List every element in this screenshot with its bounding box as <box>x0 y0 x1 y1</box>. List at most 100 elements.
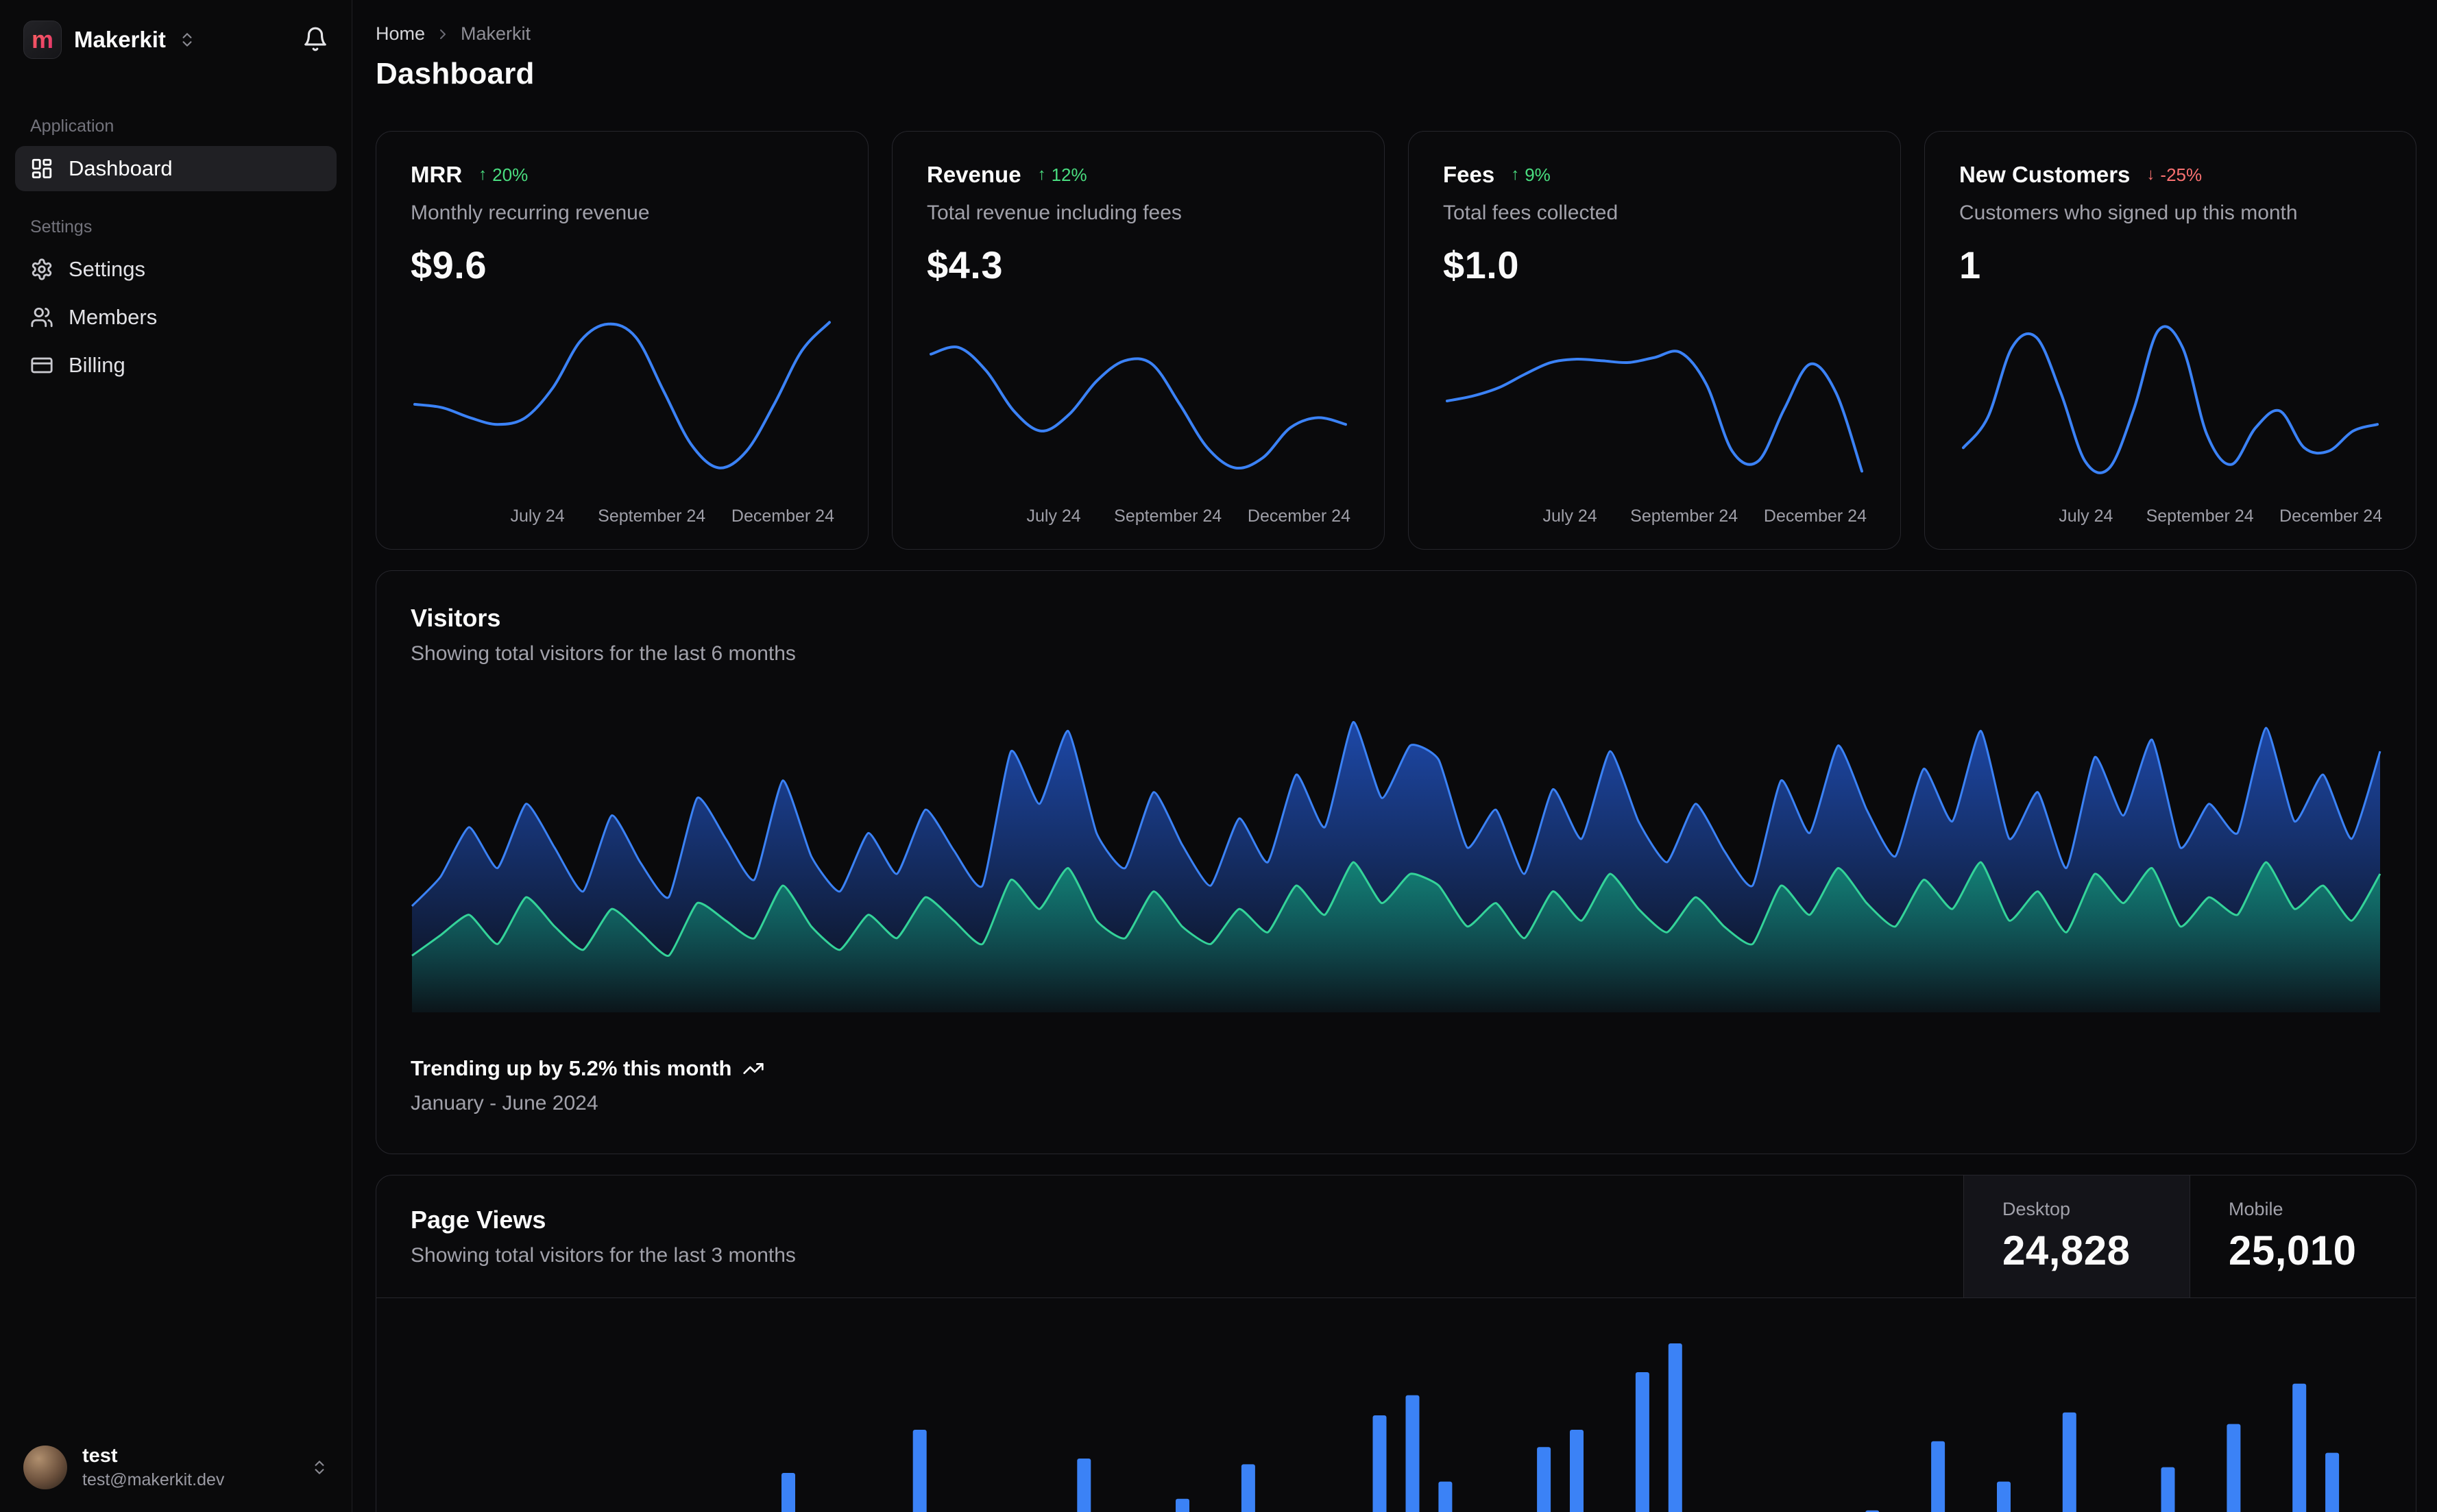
x-tick: July 24 <box>510 507 565 526</box>
x-axis-labels: July 24 September 24 December 24 <box>1959 501 2383 531</box>
toggle-value: 24,828 <box>2002 1228 2131 1273</box>
dashboard-icon <box>32 158 52 179</box>
x-tick: July 24 <box>1026 507 1081 526</box>
stat-subtitle: Customers who signed up this month <box>1959 202 2298 224</box>
stat-subtitle: Total revenue including fees <box>927 202 1182 224</box>
user-name: test <box>82 1445 118 1467</box>
fees-sparkline-chart <box>1443 310 1866 494</box>
toggle-label: Desktop <box>2002 1199 2071 1219</box>
trend-value: 9% <box>1525 164 1551 185</box>
visitors-footer: Trending up by 5.2% this month January -… <box>411 1056 2381 1115</box>
main-content: Home Makerkit Dashboard MRR ↑ 20% Monthl… <box>352 0 2437 1512</box>
stat-value: $4.3 <box>927 243 1003 286</box>
toggle-label: Mobile <box>2229 1199 2283 1219</box>
x-tick: September 24 <box>1114 507 1222 526</box>
x-tick: July 24 <box>1542 507 1597 526</box>
x-tick: September 24 <box>598 507 706 526</box>
trend-badge: ↑ 12% <box>1038 164 1087 186</box>
stat-title: Revenue <box>927 162 1021 187</box>
page-title: Dashboard <box>376 57 535 90</box>
trending-up-icon <box>743 1063 764 1074</box>
avatar <box>23 1446 67 1489</box>
trend-badge: ↑ 20% <box>478 164 528 186</box>
new-customers-sparkline-chart <box>1959 310 2381 494</box>
trend-value: 12% <box>1051 164 1087 185</box>
x-tick: December 24 <box>731 507 834 526</box>
sidebar-item-label: Settings <box>69 257 146 281</box>
page-views-card: Page Views Showing total visitors for th… <box>376 1175 2416 1512</box>
stat-value: $9.6 <box>411 243 487 286</box>
visitors-subtitle: Showing total visitors for the last 6 mo… <box>411 642 796 665</box>
stat-value: $1.0 <box>1443 243 1519 286</box>
sidebar-item-label: Members <box>69 305 158 329</box>
trend-badge: ↑ 9% <box>1511 164 1551 186</box>
trend-up-icon: ↑ <box>1037 165 1046 184</box>
trend-up-icon: ↑ <box>1511 165 1520 184</box>
page-views-subtitle: Showing total visitors for the last 3 mo… <box>411 1244 796 1267</box>
stat-card-revenue: Revenue ↑ 12% Total revenue including fe… <box>892 131 1385 550</box>
sidebar-item-billing[interactable]: Billing <box>15 343 337 388</box>
makerkit-logo: m <box>23 21 62 59</box>
revenue-sparkline-chart <box>927 310 1350 494</box>
breadcrumb: Home Makerkit <box>376 23 2416 45</box>
x-tick: September 24 <box>1630 507 1738 526</box>
chevrons-up-down-icon <box>315 1461 324 1474</box>
trend-up-icon: ↑ <box>478 165 487 184</box>
trend-value: -25% <box>2160 164 2203 185</box>
sidebar: m Makerkit Application Dashboard Setting… <box>0 0 352 1512</box>
billing-icon <box>31 357 53 374</box>
section-label-settings: Settings <box>30 217 93 236</box>
user-email: test@makerkit.dev <box>82 1470 225 1489</box>
stat-title: New Customers <box>1959 162 2131 187</box>
page-views-bar-chart <box>411 1302 2381 1512</box>
stat-title: Fees <box>1443 162 1495 187</box>
chevrons-up-down-icon <box>182 33 192 47</box>
stat-subtitle: Monthly recurring revenue <box>411 202 650 224</box>
toggle-mobile[interactable]: Mobile 25,010 <box>2190 1175 2416 1297</box>
sidebar-nav: Application Dashboard Settings Settings … <box>0 77 352 391</box>
trend-value: 20% <box>492 164 529 185</box>
members-icon <box>31 307 53 328</box>
sidebar-item-label: Billing <box>69 353 125 377</box>
page-views-title: Page Views <box>411 1206 546 1234</box>
stat-card-new-customers: New Customers ↓ -25% Customers who signe… <box>1924 131 2416 550</box>
trend-badge: ↓ -25% <box>2146 164 2202 186</box>
visitors-title: Visitors <box>411 604 501 632</box>
sidebar-item-label: Dashboard <box>69 156 173 180</box>
x-axis-labels: July 24 September 24 December 24 <box>1443 501 1867 531</box>
visitors-area-chart <box>411 711 2381 1012</box>
user-menu[interactable]: test test@makerkit.dev <box>0 1426 352 1512</box>
visitors-trend-text: Trending up by 5.2% this month <box>411 1056 732 1080</box>
sidebar-item-settings[interactable]: Settings <box>15 247 337 292</box>
workspace-switcher[interactable]: m Makerkit <box>0 0 352 77</box>
mrr-sparkline-chart <box>411 310 834 494</box>
gear-icon <box>32 258 52 280</box>
stat-cards-row: MRR ↑ 20% Monthly recurring revenue $9.6… <box>376 131 2416 550</box>
section-label-application: Application <box>30 117 114 136</box>
breadcrumb-current: Makerkit <box>461 23 531 44</box>
chevron-right-icon <box>440 29 446 39</box>
notifications-button[interactable] <box>302 26 328 54</box>
x-tick: September 24 <box>2146 507 2254 526</box>
stat-card-mrr: MRR ↑ 20% Monthly recurring revenue $9.6… <box>376 131 869 550</box>
trend-down-icon: ↓ <box>2146 165 2155 184</box>
logo-letter: m <box>31 25 53 53</box>
bell-icon <box>304 27 326 51</box>
toggle-desktop[interactable]: Desktop 24,828 <box>1963 1175 2190 1297</box>
stat-title: MRR <box>411 162 463 187</box>
sidebar-item-dashboard[interactable]: Dashboard <box>15 146 337 191</box>
breadcrumb-home[interactable]: Home <box>376 23 425 45</box>
x-tick: December 24 <box>1763 507 1867 526</box>
stat-card-fees: Fees ↑ 9% Total fees collected $1.0 July… <box>1408 131 1901 550</box>
x-tick: December 24 <box>1247 507 1350 526</box>
x-axis-labels: July 24 September 24 December 24 <box>411 501 834 531</box>
toggle-value: 25,010 <box>2229 1228 2357 1273</box>
sidebar-item-members[interactable]: Members <box>15 295 337 340</box>
stat-value: 1 <box>1959 243 1981 286</box>
x-tick: July 24 <box>2059 507 2113 526</box>
stat-subtitle: Total fees collected <box>1443 202 1618 224</box>
x-tick: December 24 <box>2279 507 2383 526</box>
visitors-card: Visitors Showing total visitors for the … <box>376 570 2416 1154</box>
page-views-header: Page Views Showing total visitors for th… <box>376 1175 2416 1298</box>
x-axis-labels: July 24 September 24 December 24 <box>927 501 1350 531</box>
